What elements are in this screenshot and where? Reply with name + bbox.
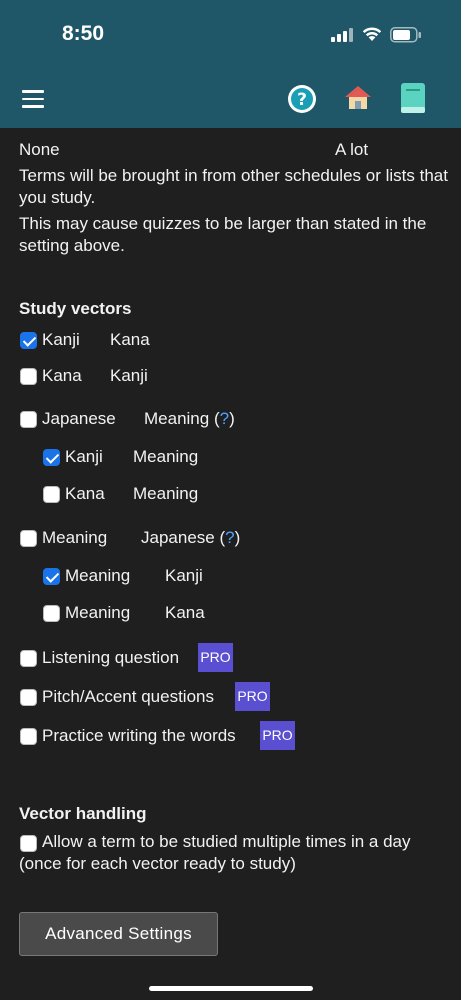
battery-icon — [390, 27, 421, 43]
home-indicator — [149, 986, 313, 991]
checkbox[interactable] — [20, 411, 37, 428]
home-icon[interactable] — [344, 84, 372, 110]
checkbox[interactable] — [43, 486, 60, 503]
vector-to: Kanji — [110, 366, 148, 385]
vector-from: Kanji — [42, 330, 80, 349]
vector-from: Japanese — [42, 409, 116, 428]
vector-to: Japanese — [141, 528, 215, 547]
checkbox-checked[interactable] — [43, 449, 60, 466]
status-bar: 8:50 — [0, 0, 461, 72]
menu-icon[interactable] — [22, 90, 44, 108]
vector-to: Meaning — [133, 484, 199, 503]
checkbox-checked[interactable] — [43, 568, 60, 585]
top-navigation-bar — [0, 72, 461, 128]
vector-to: Kanji — [165, 566, 203, 585]
help-link[interactable]: ? — [220, 409, 229, 428]
section-heading-vector-handling: Vector handling — [19, 804, 147, 823]
checkbox[interactable] — [43, 605, 60, 622]
slider-max-label: A lot — [335, 140, 369, 159]
help-link[interactable]: ? — [225, 528, 234, 547]
option-label: Listening question — [42, 648, 180, 667]
status-time: 8:50 — [62, 22, 105, 45]
vector-handling-option-label: Allow a term to be studied multiple time… — [19, 832, 411, 873]
wifi-icon — [362, 27, 382, 41]
vector-from: Kana — [42, 366, 82, 385]
vector-to: Kana — [165, 603, 205, 622]
checkbox[interactable] — [20, 368, 37, 385]
advanced-settings-button[interactable]: Advanced Settings — [19, 912, 218, 956]
checkbox[interactable] — [20, 728, 37, 745]
svg-text:?: ? — [297, 90, 307, 110]
vector-to: Kana — [110, 330, 150, 349]
option-label: Pitch/Accent questions — [42, 687, 214, 706]
vector-to-with-help: Meaning (?) — [144, 409, 235, 428]
vector-from: Meaning — [42, 528, 108, 547]
help-icon[interactable]: ? — [287, 84, 317, 114]
vector-from: Kanji — [65, 447, 103, 466]
vector-from: Meaning — [65, 566, 131, 585]
checkbox[interactable] — [20, 689, 37, 706]
pro-badge: PRO — [235, 682, 270, 711]
checkbox-checked[interactable] — [20, 332, 37, 349]
book-icon[interactable] — [401, 83, 425, 113]
vector-from: Kana — [65, 484, 105, 503]
vector-from: Meaning — [65, 603, 131, 622]
section-heading-study-vectors: Study vectors — [19, 299, 132, 318]
settings-content: None A lot Terms will be brought in from… — [0, 128, 461, 1000]
vector-to: Meaning — [133, 447, 199, 466]
pro-badge: PRO — [198, 643, 233, 672]
vector-to: Meaning — [144, 409, 210, 428]
checkbox[interactable] — [20, 530, 37, 547]
slider-min-label: None — [19, 140, 60, 159]
pro-badge: PRO — [260, 721, 295, 750]
cellular-signal-icon — [331, 28, 353, 42]
vector-to-with-help: Japanese (?) — [141, 528, 241, 547]
option-label: Practice writing the words — [42, 726, 236, 745]
checkbox[interactable] — [20, 650, 37, 667]
note-text: Terms will be brought in from other sche… — [19, 166, 448, 207]
note-text: This may cause quizzes to be larger than… — [19, 214, 427, 255]
